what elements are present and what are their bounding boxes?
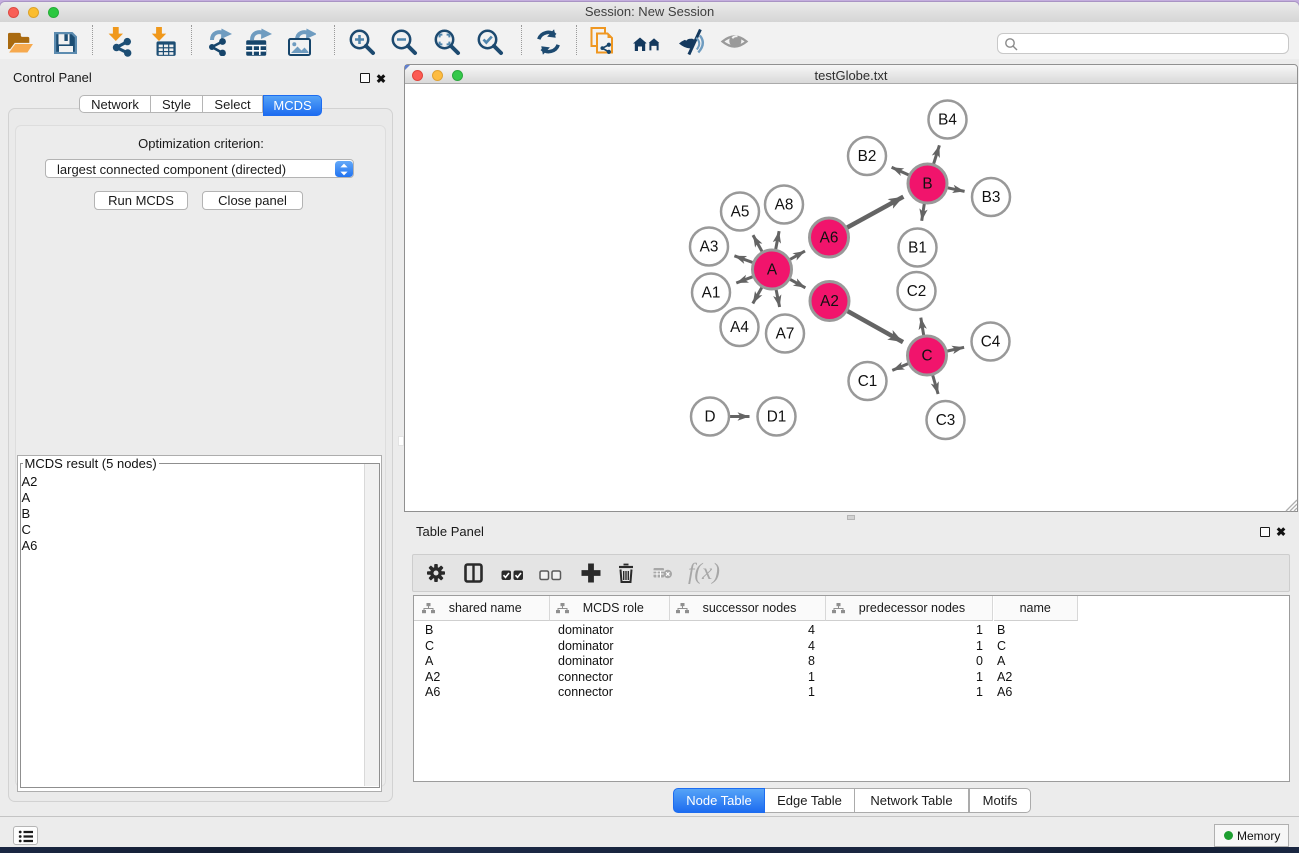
svg-text:C2: C2 bbox=[907, 283, 927, 300]
svg-text:A5: A5 bbox=[731, 204, 750, 221]
svg-text:B4: B4 bbox=[938, 112, 957, 129]
svg-text:A2: A2 bbox=[820, 293, 839, 310]
svg-text:A6: A6 bbox=[820, 230, 839, 247]
svg-text:B: B bbox=[922, 176, 932, 193]
svg-text:A: A bbox=[767, 262, 778, 279]
svg-text:C: C bbox=[921, 348, 932, 365]
svg-text:A1: A1 bbox=[702, 285, 721, 302]
svg-text:B1: B1 bbox=[908, 240, 927, 257]
svg-text:D: D bbox=[704, 409, 715, 426]
svg-text:C1: C1 bbox=[858, 373, 878, 390]
svg-text:B2: B2 bbox=[858, 148, 877, 165]
svg-text:A8: A8 bbox=[775, 197, 794, 214]
svg-text:C3: C3 bbox=[936, 412, 956, 429]
svg-text:B3: B3 bbox=[982, 189, 1001, 206]
svg-text:A7: A7 bbox=[776, 326, 795, 343]
svg-text:A4: A4 bbox=[730, 319, 749, 336]
svg-text:A3: A3 bbox=[700, 239, 719, 256]
svg-text:C4: C4 bbox=[981, 334, 1001, 351]
svg-text:D1: D1 bbox=[767, 409, 787, 426]
